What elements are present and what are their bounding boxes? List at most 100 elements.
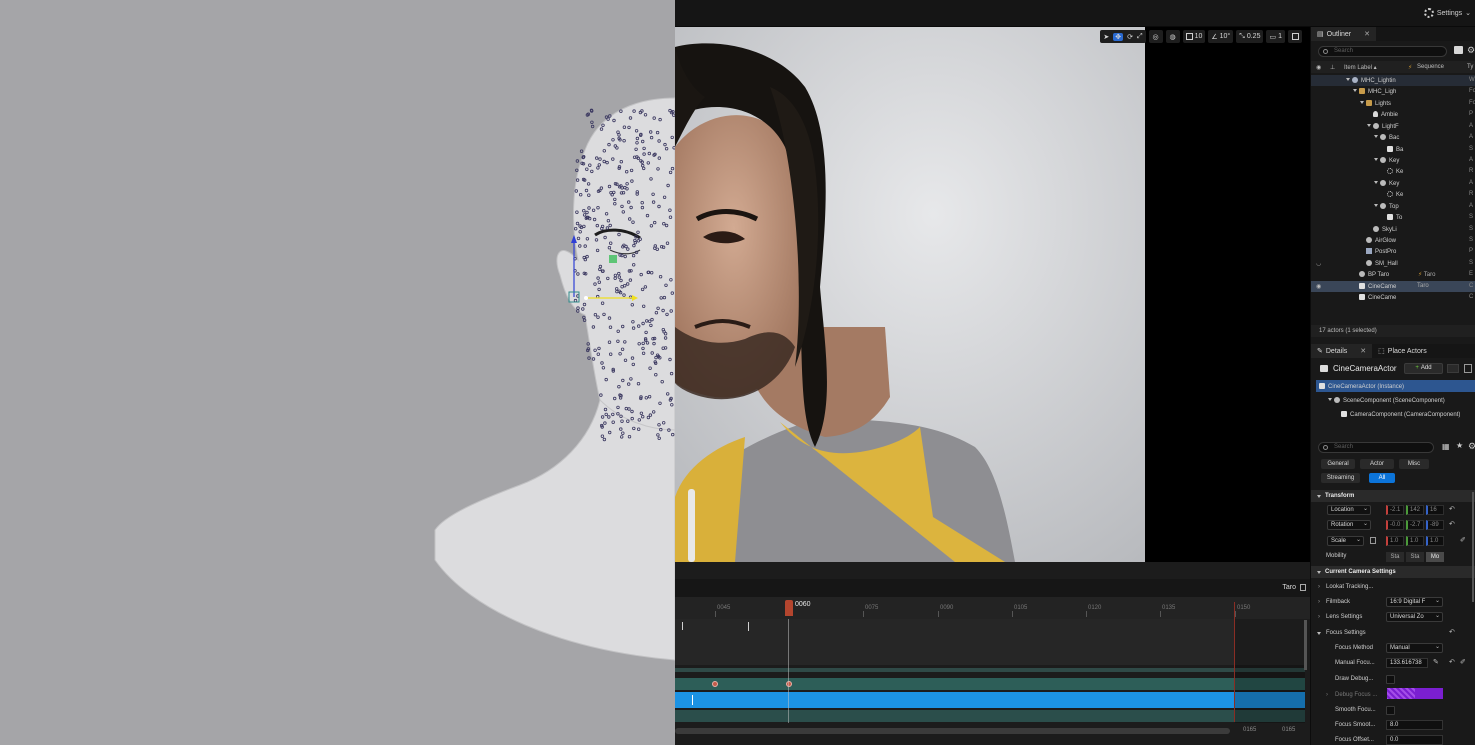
- rotation-x[interactable]: -0.0: [1386, 520, 1404, 530]
- outliner-row[interactable]: Lights Fo: [1311, 98, 1475, 109]
- outliner-row[interactable]: Ambie P: [1311, 109, 1475, 120]
- component-row-instance[interactable]: CineCameraActor (Instance): [1316, 380, 1475, 392]
- details-search-input[interactable]: Search: [1318, 442, 1434, 453]
- camera-cut-track[interactable]: [675, 692, 1305, 708]
- manual-focus-field[interactable]: 133.616738: [1386, 658, 1428, 668]
- eye-icon[interactable]: ◉: [1316, 283, 1321, 290]
- add-component-button[interactable]: + Add: [1404, 363, 1443, 374]
- location-x[interactable]: -2.1: [1386, 505, 1404, 515]
- tab-details[interactable]: ✎ Details ✕: [1311, 344, 1373, 358]
- lock-icon[interactable]: [1300, 584, 1306, 591]
- reset-arrow-icon[interactable]: ↶: [1449, 505, 1455, 513]
- filter-misc[interactable]: Misc: [1399, 459, 1429, 469]
- section-transform[interactable]: Transform: [1311, 490, 1475, 502]
- filmback-dropdown[interactable]: 16:9 Digital F: [1386, 597, 1443, 607]
- gear-icon[interactable]: ⚙: [1468, 441, 1475, 452]
- outliner-row-selected[interactable]: ◉ CineCame Taro C: [1311, 281, 1475, 292]
- scale-z[interactable]: 1.0: [1426, 536, 1444, 546]
- level-viewport[interactable]: ➤ ✥ ⟳ ⤢ ◎ ◍ 10 ∠ 10° ⤡ 0.25 ▭ 1: [675, 27, 1310, 562]
- lens-dropdown[interactable]: Universal Zo: [1386, 612, 1443, 622]
- expand-arrow-icon[interactable]: ›: [1326, 692, 1328, 698]
- outliner-row[interactable]: PostPro P: [1311, 246, 1475, 257]
- reset-arrow-icon[interactable]: ↶: [1449, 520, 1455, 528]
- scale-y[interactable]: 1.0: [1406, 536, 1424, 546]
- tab-outliner[interactable]: ▤ Outliner ✕: [1311, 27, 1377, 41]
- outliner-row[interactable]: MHC_Ligh Fo: [1311, 86, 1475, 97]
- timeline-scrollbar[interactable]: [675, 728, 1230, 734]
- location-y[interactable]: 142: [1406, 505, 1424, 515]
- debug-focus-color-swatch[interactable]: [1387, 688, 1443, 699]
- outliner-row[interactable]: Ke R: [1311, 189, 1475, 200]
- pin-column-icon[interactable]: ⊥: [1330, 64, 1335, 71]
- scale-snap-button[interactable]: ⤡ 0.25: [1236, 30, 1264, 43]
- reset-arrow-icon[interactable]: ↶: [1449, 628, 1455, 636]
- smooth-focus-checkbox[interactable]: [1386, 706, 1395, 715]
- lock-icon[interactable]: [1464, 364, 1472, 373]
- paint-icon[interactable]: ✐: [1460, 658, 1466, 666]
- draw-debug-checkbox[interactable]: [1386, 675, 1395, 684]
- outliner-row[interactable]: CineCame C: [1311, 292, 1475, 303]
- details-scrollbar[interactable]: [1472, 492, 1474, 602]
- track-area[interactable]: [675, 619, 1305, 665]
- outliner-search-input[interactable]: Search: [1318, 46, 1447, 57]
- outliner-row[interactable]: ◡ SM_Hall S: [1311, 258, 1475, 269]
- close-icon[interactable]: ✕: [1364, 30, 1370, 38]
- rotate-icon[interactable]: ⟳: [1127, 33, 1133, 41]
- lock-icon[interactable]: [1370, 537, 1376, 544]
- playhead-handle[interactable]: [785, 600, 793, 616]
- gear-icon[interactable]: ⚙: [1467, 45, 1475, 56]
- scale-icon[interactable]: ⤢: [1137, 33, 1143, 41]
- filter-actor[interactable]: Actor: [1360, 459, 1394, 469]
- keyframe[interactable]: [712, 681, 718, 687]
- blueprint-button[interactable]: [1447, 364, 1459, 373]
- outliner-row[interactable]: Ke R: [1311, 166, 1475, 177]
- outliner-row[interactable]: SkyLi S: [1311, 224, 1475, 235]
- eyedropper-icon[interactable]: ✎: [1433, 658, 1439, 666]
- filter-streaming[interactable]: Streaming: [1321, 473, 1360, 483]
- filter-general[interactable]: General: [1321, 459, 1355, 469]
- expand-arrow-icon[interactable]: ›: [1318, 584, 1320, 590]
- focus-smoothing-field[interactable]: 8.0: [1386, 720, 1443, 730]
- col-item-label[interactable]: Item Label ▴: [1344, 64, 1377, 71]
- outliner-row[interactable]: MHC_Lightin W: [1311, 75, 1475, 86]
- settings-button[interactable]: Settings ⌄: [1423, 8, 1471, 18]
- outliner-row[interactable]: LightF A: [1311, 121, 1475, 132]
- mobility-static[interactable]: Sta: [1386, 552, 1404, 562]
- add-folder-icon[interactable]: [1454, 46, 1463, 54]
- playback-end-line[interactable]: [1234, 602, 1235, 722]
- tab-place-actors[interactable]: ⬚ Place Actors: [1372, 344, 1433, 358]
- rotate-snap-button[interactable]: ∠ 10°: [1208, 30, 1234, 43]
- outliner-row[interactable]: AirGlow S: [1311, 235, 1475, 246]
- coordinate-space-button[interactable]: ◎: [1148, 30, 1163, 43]
- prop-lookat[interactable]: › Lookat Tracking...: [1311, 580, 1475, 595]
- track-row[interactable]: [675, 668, 1305, 672]
- table-view-icon[interactable]: ▦: [1442, 442, 1450, 451]
- outliner-row[interactable]: Bac A: [1311, 132, 1475, 143]
- paint-icon[interactable]: ✐: [1460, 536, 1466, 544]
- hidden-eye-icon[interactable]: ◡: [1316, 260, 1321, 267]
- outliner-row[interactable]: BP Taro ⚡ Taro E: [1311, 269, 1475, 280]
- scale-dropdown[interactable]: Scale: [1327, 536, 1364, 546]
- track-row[interactable]: [675, 710, 1305, 722]
- component-row[interactable]: SceneComponent (SceneComponent): [1316, 394, 1475, 406]
- mobility-stationary[interactable]: Sta: [1406, 552, 1424, 562]
- focus-offset-field[interactable]: 0.0: [1386, 735, 1443, 745]
- col-sequence[interactable]: Sequence: [1417, 64, 1444, 70]
- close-icon[interactable]: ✕: [1360, 347, 1366, 355]
- surface-snap-button[interactable]: ◍: [1165, 30, 1180, 43]
- reset-arrow-icon[interactable]: ↶: [1449, 658, 1455, 666]
- rotation-y[interactable]: -2.7: [1406, 520, 1424, 530]
- expand-arrow-icon[interactable]: ›: [1318, 614, 1320, 620]
- col-type[interactable]: Ty: [1467, 64, 1473, 70]
- grid-snap-button[interactable]: 10: [1182, 30, 1206, 43]
- outliner-row[interactable]: Ba S: [1311, 144, 1475, 155]
- location-dropdown[interactable]: Location: [1327, 505, 1371, 515]
- select-icon[interactable]: ➤: [1103, 33, 1109, 41]
- expand-arrow-icon[interactable]: ›: [1318, 599, 1320, 605]
- track-vertical-scrollbar[interactable]: [1304, 620, 1307, 670]
- visibility-column-icon[interactable]: ◉: [1316, 64, 1321, 71]
- location-z[interactable]: 16: [1426, 505, 1444, 515]
- scale-x[interactable]: 1.0: [1386, 536, 1404, 546]
- rotation-z[interactable]: -89: [1426, 520, 1444, 530]
- star-icon[interactable]: ★: [1456, 441, 1463, 450]
